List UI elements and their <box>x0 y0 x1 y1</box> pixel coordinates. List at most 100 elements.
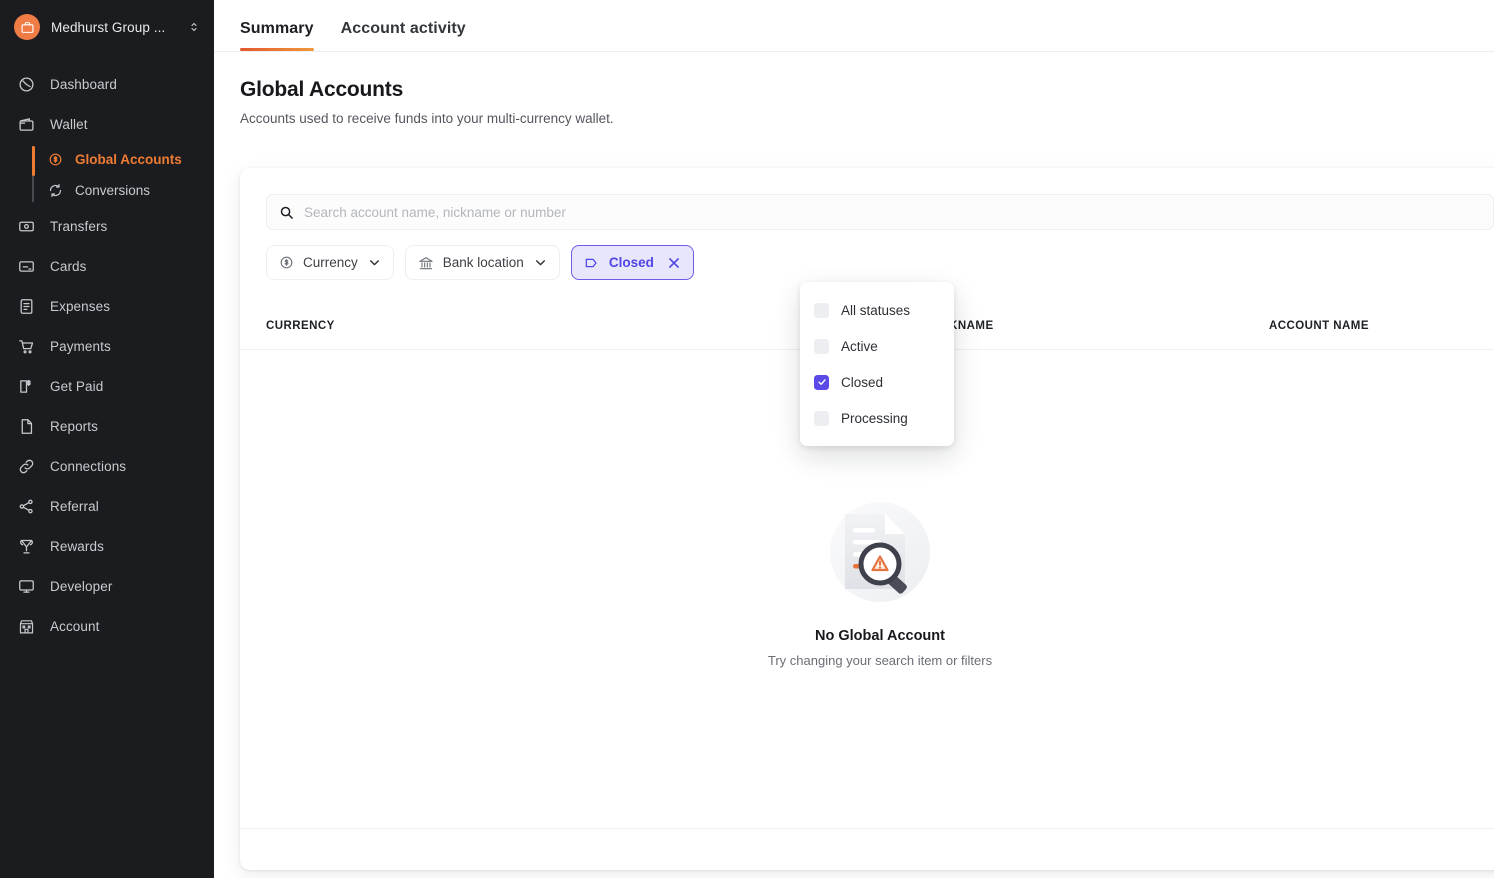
sidebar-item-referral[interactable]: Referral <box>0 486 214 526</box>
empty-state-subtitle: Try changing your search item or filters <box>767 653 993 668</box>
sidebar-nav: Dashboard Wallet Global Accounts Convers… <box>0 64 214 646</box>
sidebar-item-rewards[interactable]: Rewards <box>0 526 214 566</box>
document-magnifier-warning-illustration <box>818 490 942 614</box>
column-header-nickname: NICKNAME <box>928 319 994 332</box>
close-x-icon[interactable] <box>667 256 681 270</box>
sidebar-item-expenses[interactable]: Expenses <box>0 286 214 326</box>
sidebar-item-label: Referral <box>50 498 99 514</box>
filter-label: Closed <box>608 255 654 270</box>
sidebar-item-payments[interactable]: Payments <box>0 326 214 366</box>
main-content: Summary Account activity Global Accounts… <box>214 0 1494 878</box>
sidebar-item-transfers[interactable]: Transfers <box>0 206 214 246</box>
filter-label: Currency <box>303 255 358 270</box>
tag-icon <box>584 255 600 271</box>
rewards-trophy-icon <box>18 538 40 555</box>
account-building-icon <box>18 618 40 635</box>
sidebar-item-account[interactable]: Account <box>0 606 214 646</box>
bank-icon <box>418 255 434 271</box>
search-input[interactable] <box>304 195 1481 229</box>
dashboard-icon <box>18 76 40 93</box>
sidebar-item-reports[interactable]: Reports <box>0 406 214 446</box>
dropdown-option-label: Closed <box>841 374 884 390</box>
tab-bar: Summary Account activity <box>214 0 1494 52</box>
developer-monitor-icon <box>18 578 40 595</box>
page-subtitle: Accounts used to receive funds into your… <box>240 111 614 126</box>
briefcase-icon <box>14 14 40 40</box>
card-inner: Currency <box>240 168 1494 870</box>
tab-label: Account activity <box>340 20 466 37</box>
coin-dollar-icon <box>48 152 66 167</box>
page-title: Global Accounts <box>240 78 404 101</box>
chevron-down-icon[interactable] <box>534 256 547 269</box>
sidebar: Medhurst Group ... Dashboard Wallet Glob… <box>0 0 214 878</box>
org-switcher[interactable]: Medhurst Group ... <box>0 0 214 54</box>
checkbox-unchecked-icon[interactable] <box>814 410 829 426</box>
sidebar-item-label: Rewards <box>50 538 104 554</box>
sidebar-subnav-wallet: Global Accounts Conversions <box>0 144 214 206</box>
sidebar-item-cards[interactable]: Cards <box>0 246 214 286</box>
sidebar-item-label: Reports <box>50 418 98 434</box>
payments-cart-icon <box>18 338 40 355</box>
expenses-icon <box>18 298 40 315</box>
page-header: Global Accounts Accounts used to receive… <box>214 52 1494 126</box>
sidebar-item-developer[interactable]: Developer <box>0 566 214 606</box>
dropdown-option-label: Active <box>841 338 878 354</box>
sidebar-item-dashboard[interactable]: Dashboard <box>0 64 214 104</box>
tab-label: Summary <box>240 20 314 37</box>
coin-dollar-icon <box>279 255 294 270</box>
empty-state-title: No Global Account <box>815 628 945 644</box>
sidebar-item-label: Account <box>50 618 100 634</box>
chevron-up-down-icon[interactable] <box>188 20 200 34</box>
search-icon <box>279 205 294 220</box>
filter-bank-location[interactable]: Bank location <box>404 245 560 280</box>
empty-state: No Global Account Try changing your sear… <box>240 490 1494 668</box>
checkbox-unchecked-icon[interactable] <box>814 302 829 318</box>
sidebar-item-label: Payments <box>50 338 111 354</box>
conversions-refresh-icon <box>48 183 66 198</box>
sidebar-item-connections[interactable]: Connections <box>0 446 214 486</box>
filter-bar: Currency Bank location Closed <box>266 245 1494 280</box>
checkbox-unchecked-icon[interactable] <box>814 338 829 354</box>
checkbox-checked-icon[interactable] <box>814 374 829 390</box>
dropdown-option-all-statuses[interactable]: All statuses <box>800 292 954 328</box>
tab-account-activity[interactable]: Account activity <box>341 20 466 51</box>
app-root: Medhurst Group ... Dashboard Wallet Glob… <box>0 0 1494 878</box>
sidebar-item-label: Connections <box>50 458 127 474</box>
sidebar-subitem-label: Global Accounts <box>75 152 182 167</box>
dropdown-option-processing[interactable]: Processing <box>800 400 954 436</box>
reports-document-icon <box>18 418 40 435</box>
sidebar-item-label: Wallet <box>50 116 88 132</box>
sidebar-item-label: Cards <box>50 258 87 274</box>
dropdown-option-label: Processing <box>841 410 908 426</box>
sidebar-item-label: Transfers <box>50 218 108 234</box>
active-indicator-bar <box>32 146 35 176</box>
accounts-card: Currency <box>240 168 1494 870</box>
card-footer <box>240 828 1494 870</box>
sidebar-item-label: Expenses <box>50 298 111 314</box>
filter-status-closed[interactable]: Closed <box>570 245 694 280</box>
dropdown-option-label: All statuses <box>841 302 911 318</box>
get-paid-icon <box>18 378 40 395</box>
sidebar-item-label: Developer <box>50 578 113 594</box>
transfers-icon <box>18 218 40 235</box>
sidebar-item-conversions[interactable]: Conversions <box>0 175 214 206</box>
filter-currency[interactable]: Currency <box>266 245 394 280</box>
search-box[interactable] <box>266 194 1494 230</box>
filter-label: Bank location <box>442 255 524 270</box>
chevron-down-icon[interactable] <box>368 256 381 269</box>
dropdown-option-closed[interactable]: Closed <box>800 364 954 400</box>
sidebar-item-wallet[interactable]: Wallet <box>0 104 214 144</box>
sidebar-item-label: Dashboard <box>50 76 117 92</box>
status-filter-dropdown: All statuses Active Closed Processing <box>800 282 954 446</box>
wallet-icon <box>18 116 40 133</box>
cards-icon <box>18 258 40 275</box>
sidebar-item-get-paid[interactable]: Get Paid <box>0 366 214 406</box>
tab-summary[interactable]: Summary <box>240 20 314 51</box>
dropdown-option-active[interactable]: Active <box>800 328 954 364</box>
connections-link-icon <box>18 458 40 475</box>
referral-share-icon <box>18 498 40 515</box>
column-header-account-name: ACCOUNT NAME <box>1269 319 1369 332</box>
org-name: Medhurst Group ... <box>51 19 166 35</box>
search-wrapper <box>266 194 1494 230</box>
sidebar-item-label: Get Paid <box>50 378 104 394</box>
